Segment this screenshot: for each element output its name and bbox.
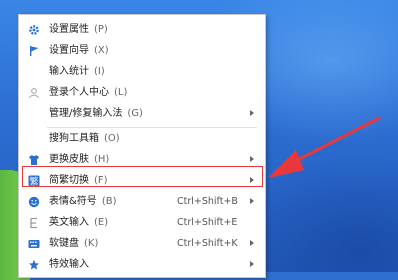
annotation-arrow-icon	[268, 116, 381, 178]
